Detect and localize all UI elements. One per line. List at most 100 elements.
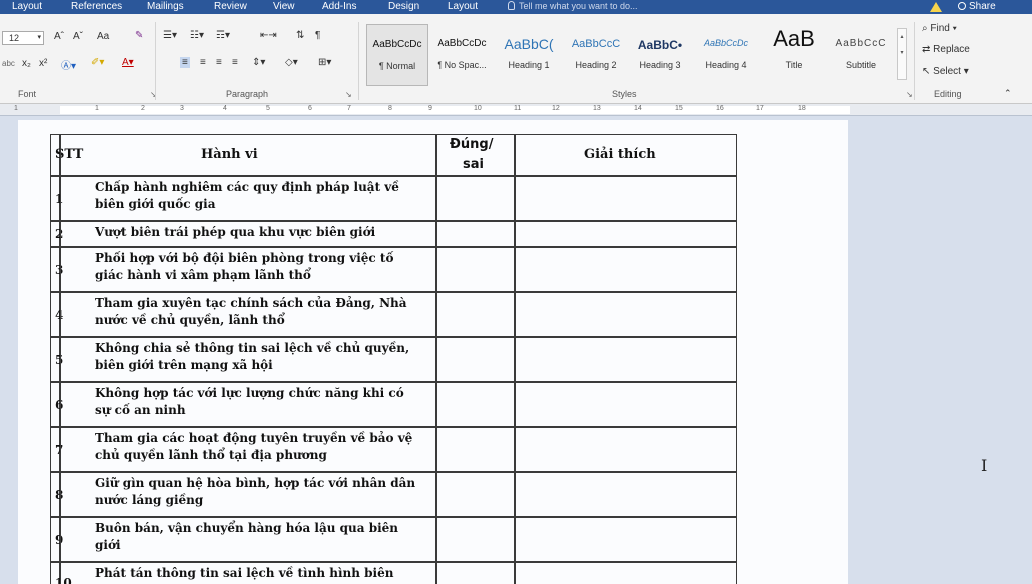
font-color-icon[interactable]: A▾: [122, 57, 134, 68]
numbering-icon[interactable]: ☷▾: [190, 30, 204, 41]
separator: [358, 22, 359, 100]
table-row-action-cell[interactable]: Tham gia xuyên tạc chính sách của Đảng, …: [60, 292, 436, 337]
table-row-number-cell[interactable]: 7: [50, 427, 63, 472]
table-row-number-cell[interactable]: 4: [50, 292, 63, 337]
replace-button[interactable]: ⇄ Replace: [922, 44, 970, 55]
font-size-box[interactable]: 12 ▾: [2, 31, 44, 45]
style-heading-3[interactable]: AaBbC• Heading 3: [630, 24, 690, 86]
table-row-explanation-cell[interactable]: [515, 382, 737, 427]
align-center-icon[interactable]: ≡: [200, 57, 206, 68]
styles-dialog-launcher-icon[interactable]: ↘: [906, 90, 913, 99]
table-row-action-cell[interactable]: Tham gia các hoạt động tuyên truyền về b…: [60, 427, 436, 472]
tab-design[interactable]: Design: [388, 1, 419, 12]
horizontal-ruler[interactable]: 1 1 2 3 4 5 6 7 8 9 10 11 12 13 14 15 16…: [0, 104, 1032, 116]
table-row-action-cell[interactable]: Không hợp tác với lực lượng chức năng kh…: [60, 382, 436, 427]
tab-add-ins[interactable]: Add-Ins: [322, 1, 356, 12]
table-row-action-cell[interactable]: Phối hợp với bộ đội biên phòng trong việ…: [60, 247, 436, 292]
align-right-icon[interactable]: ≡: [216, 57, 222, 68]
style-heading-4[interactable]: AaBbCcDc Heading 4: [692, 24, 760, 86]
table-row-true-false-cell[interactable]: [436, 292, 515, 337]
table-row-action-cell[interactable]: Vượt biên trái phép qua khu vực biên giớ…: [60, 221, 436, 247]
table-row-number-cell[interactable]: 1: [50, 176, 63, 221]
document-area[interactable]: STT Hành vi Đúng/sai Giải thích 1 Chấp hành n…: [0, 116, 1032, 584]
tab-table-layout[interactable]: Layout: [448, 1, 478, 12]
header-cell-explanation[interactable]: Giải thích: [515, 134, 737, 176]
table-row-action-cell[interactable]: Chấp hành nghiêm các quy định pháp luật …: [60, 176, 436, 221]
table-row-explanation-cell[interactable]: [515, 292, 737, 337]
tab-references[interactable]: References: [71, 1, 122, 12]
table-row-action-cell[interactable]: Buôn bán, vận chuyển hàng hóa lậu qua bi…: [60, 517, 436, 562]
align-left-icon[interactable]: ≡: [180, 57, 190, 68]
table-row-number-cell[interactable]: 5: [50, 337, 63, 382]
table-row-action-cell[interactable]: Giữ gìn quan hệ hòa bình, hợp tác với nh…: [60, 472, 436, 517]
document-page[interactable]: STT Hành vi Đúng/sai Giải thích 1 Chấp hành n…: [18, 120, 848, 584]
bullets-icon[interactable]: ☰▾: [163, 30, 177, 41]
table-row-explanation-cell[interactable]: [515, 427, 737, 472]
table-row-number-cell[interactable]: 6: [50, 382, 63, 427]
table-row-explanation-cell[interactable]: [515, 337, 737, 382]
borders-icon[interactable]: ⊞▾: [318, 57, 331, 68]
table-row-explanation-cell[interactable]: [515, 472, 737, 517]
style-heading-1[interactable]: AaBbC( Heading 1: [496, 24, 562, 86]
table-row-true-false-cell[interactable]: [436, 517, 515, 562]
share-button[interactable]: Share: [958, 1, 996, 12]
table-row-true-false-cell[interactable]: [436, 176, 515, 221]
table-row-explanation-cell[interactable]: [515, 562, 737, 584]
table-row-explanation-cell[interactable]: [515, 221, 737, 247]
table-row-true-false-cell[interactable]: [436, 221, 515, 247]
text-effects-icon[interactable]: Ⓐ▾: [61, 57, 76, 72]
collapse-ribbon-icon[interactable]: ⌃: [1004, 88, 1012, 99]
styles-gallery-scroll[interactable]: ▴ ▾: [897, 28, 907, 80]
tell-me-box[interactable]: Tell me what you want to do...: [508, 1, 698, 11]
indent-icon[interactable]: ⇤⇥: [260, 30, 277, 41]
table-row-explanation-cell[interactable]: [515, 247, 737, 292]
table-row-true-false-cell[interactable]: [436, 382, 515, 427]
header-cell-true-false[interactable]: Đúng/sai: [436, 134, 515, 176]
row-action-line1: Không chia sẻ thông tin sai lệch về chủ …: [95, 341, 410, 355]
multilevel-list-icon[interactable]: ☶▾: [216, 30, 230, 41]
table-row-action-cell[interactable]: Phát tán thông tin sai lệch về tình hình…: [60, 562, 436, 584]
style-heading-2[interactable]: AaBbCcC Heading 2: [564, 24, 628, 86]
table-row-explanation-cell[interactable]: [515, 517, 737, 562]
style-normal[interactable]: AaBbCcDc ¶ Normal: [366, 24, 428, 86]
shrink-font-button[interactable]: Aˇ: [73, 31, 83, 42]
tab-review[interactable]: Review: [214, 1, 247, 12]
find-button[interactable]: ⌕ Find ▾: [922, 23, 957, 34]
warning-icon[interactable]: [930, 2, 942, 12]
superscript-button[interactable]: x²: [39, 58, 47, 69]
strikethrough-button[interactable]: abc: [2, 59, 15, 68]
line-spacing-icon[interactable]: ⇕▾: [252, 57, 265, 68]
style-subtitle[interactable]: AaBbCcC Subtitle: [828, 24, 894, 86]
table-row-number-cell[interactable]: 10: [50, 562, 72, 584]
table-row-number-cell[interactable]: 2: [50, 221, 63, 247]
table-row-number-cell[interactable]: 8: [50, 472, 63, 517]
style-title[interactable]: AaB Title: [762, 24, 826, 86]
pilcrow-icon[interactable]: ¶: [315, 30, 320, 41]
header-cell-stt[interactable]: STT: [50, 134, 83, 176]
tab-view[interactable]: View: [273, 1, 295, 12]
grow-font-button[interactable]: Aˆ: [54, 31, 64, 42]
ruler-number: 2: [141, 105, 145, 112]
highlight-color-icon[interactable]: ✐▾: [91, 57, 104, 68]
table-row-true-false-cell[interactable]: [436, 562, 515, 584]
table-row-number-cell[interactable]: 3: [50, 247, 63, 292]
table-row-true-false-cell[interactable]: [436, 427, 515, 472]
tab-mailings[interactable]: Mailings: [147, 1, 184, 12]
change-case-button[interactable]: Aa: [97, 31, 109, 42]
select-button[interactable]: ↖ Select ▾: [922, 66, 969, 77]
subscript-button[interactable]: x₂: [22, 58, 31, 69]
shading-icon[interactable]: ◇▾: [285, 57, 298, 68]
table-row-action-cell[interactable]: Không chia sẻ thông tin sai lệch về chủ …: [60, 337, 436, 382]
tab-layout[interactable]: Layout: [12, 1, 42, 12]
clear-format-icon[interactable]: ✎: [135, 30, 143, 41]
style-no-spacing[interactable]: AaBbCcDc ¶ No Spac...: [430, 24, 494, 86]
sort-icon[interactable]: ⇅: [296, 30, 304, 41]
table-row-true-false-cell[interactable]: [436, 472, 515, 517]
style-name: Subtitle: [845, 60, 877, 70]
table-row-explanation-cell[interactable]: [515, 176, 737, 221]
paragraph-dialog-launcher-icon[interactable]: ↘: [345, 90, 352, 99]
table-row-true-false-cell[interactable]: [436, 337, 515, 382]
table-row-number-cell[interactable]: 9: [50, 517, 63, 562]
table-row-true-false-cell[interactable]: [436, 247, 515, 292]
justify-icon[interactable]: ≡: [232, 57, 238, 68]
